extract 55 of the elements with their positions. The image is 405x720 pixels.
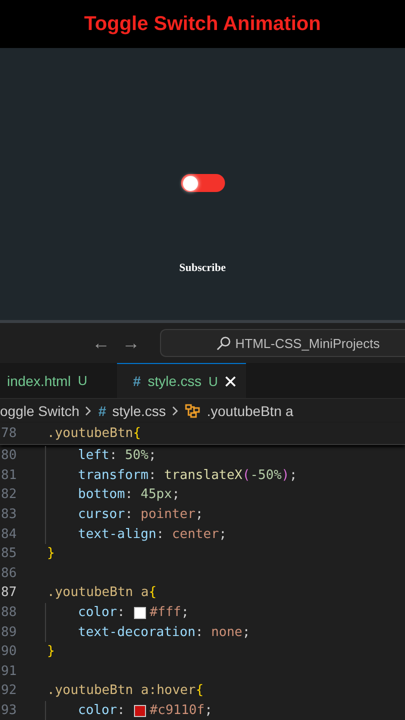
code-text: cursor: pointer; bbox=[77, 507, 204, 522]
line-number: 80 bbox=[0, 448, 18, 464]
search-icon bbox=[216, 336, 232, 350]
tab-label: style.css bbox=[148, 373, 202, 389]
line-number: 92 bbox=[0, 683, 18, 698]
video-title: Toggle Switch Animation bbox=[84, 12, 321, 36]
forward-button[interactable]: → bbox=[122, 332, 140, 354]
toggle-switch[interactable] bbox=[180, 174, 224, 192]
line-number: 82 bbox=[0, 487, 18, 502]
line-number: 93 bbox=[0, 703, 18, 718]
chevron-icon bbox=[85, 406, 92, 416]
code-text: color: bbox=[77, 605, 126, 620]
line-number: 85 bbox=[0, 546, 18, 562]
line-number: 81 bbox=[0, 468, 18, 483]
line-number: 87 bbox=[0, 585, 18, 600]
css-file-icon: # bbox=[133, 373, 141, 389]
close-icon[interactable] bbox=[224, 376, 236, 386]
line-number: 83 bbox=[0, 507, 18, 522]
code-text: .youtubeBtn a{ bbox=[47, 585, 157, 600]
code-text: #fff; bbox=[150, 605, 189, 620]
tab-label: index.html bbox=[7, 372, 71, 388]
editor-tab[interactable]: # style.css U bbox=[117, 363, 246, 398]
code-text: .youtubeBtn a:hover{ bbox=[47, 683, 204, 698]
code-line: .youtubeBtn{ bbox=[47, 426, 141, 441]
code-text: } bbox=[47, 546, 55, 562]
symbol-class-icon bbox=[184, 404, 201, 418]
editor-tab[interactable]: index.html U bbox=[0, 363, 117, 398]
code-text: transform: translateX(-50%); bbox=[77, 468, 298, 483]
code-text: } bbox=[47, 644, 55, 660]
css-file-icon: # bbox=[98, 403, 106, 419]
untracked-status: U bbox=[208, 374, 218, 388]
command-center-search[interactable]: HTML-CSS_MiniProjects bbox=[160, 329, 405, 357]
line-number: 86 bbox=[0, 566, 18, 581]
color-swatch[interactable] bbox=[134, 606, 146, 619]
line-number: 84 bbox=[0, 526, 18, 542]
line-number: 88 bbox=[0, 605, 18, 620]
chevron-icon bbox=[172, 406, 179, 416]
subscribe-link[interactable]: Subscribe bbox=[179, 262, 226, 274]
back-button[interactable]: ← bbox=[92, 332, 110, 354]
color-swatch[interactable] bbox=[134, 704, 146, 717]
code-text: bottom: 45px; bbox=[77, 487, 180, 502]
breadcrumb-item[interactable]: style.css bbox=[112, 403, 166, 419]
breadcrumb-item[interactable]: .youtubeBtn a bbox=[206, 403, 294, 419]
breadcrumb-item[interactable]: oggle Switch bbox=[0, 403, 80, 419]
line-number: 91 bbox=[0, 664, 18, 679]
code-text: #c9110f; bbox=[150, 703, 212, 718]
line-number: 78 bbox=[0, 426, 18, 441]
code-text: color: bbox=[77, 703, 126, 718]
line-number: 90 bbox=[0, 644, 18, 660]
code-text: text-align: center; bbox=[77, 526, 227, 542]
line-number: 89 bbox=[0, 624, 18, 640]
code-text: text-decoration: none; bbox=[77, 624, 250, 640]
untracked-status: U bbox=[78, 373, 88, 388]
workspace-name: HTML-CSS_MiniProjects bbox=[235, 336, 380, 350]
code-text: left: 50%; bbox=[77, 448, 156, 464]
